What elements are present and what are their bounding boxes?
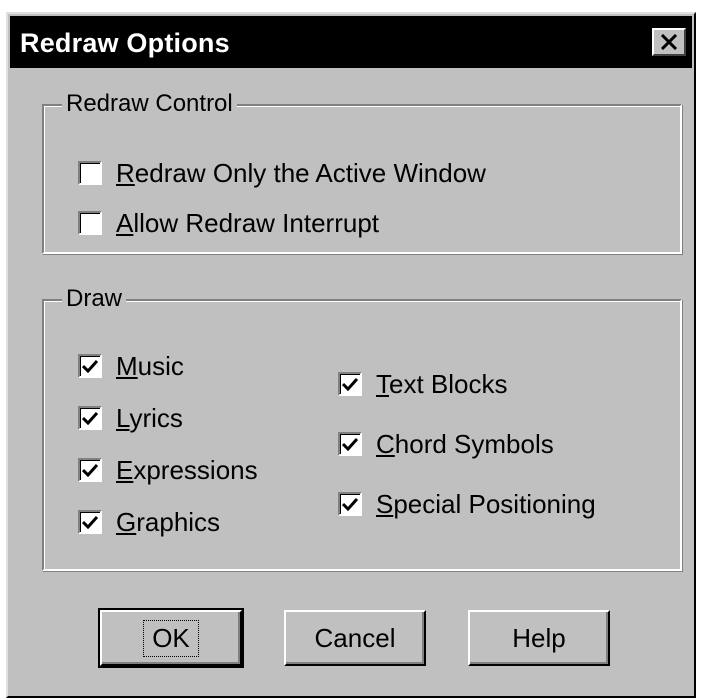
redraw-only-active-window-checkbox[interactable]	[78, 161, 102, 185]
graphics-checkbox[interactable]	[78, 510, 102, 534]
expressions-option[interactable]: Expressions	[78, 455, 258, 485]
special-positioning-label: Special Positioning	[376, 489, 596, 519]
lyrics-label: Lyrics	[116, 403, 183, 433]
lyrics-checkbox[interactable]	[78, 406, 102, 430]
checkmark-icon	[342, 437, 358, 451]
checkmark-icon	[82, 359, 98, 373]
redraw-only-active-window-label: Redraw Only the Active Window	[116, 158, 486, 188]
checkmark-icon	[82, 411, 98, 425]
checkmark-icon	[82, 515, 98, 529]
text-blocks-label: Text Blocks	[376, 369, 508, 399]
checkmark-icon	[82, 463, 98, 477]
expressions-label: Expressions	[116, 455, 258, 485]
checkmark-icon	[342, 497, 358, 511]
special-positioning-checkbox[interactable]	[338, 492, 362, 516]
redraw-control-label: Redraw Control	[62, 89, 237, 119]
draw-group: Draw Music Lyrics Expressions Graphics T…	[42, 284, 682, 571]
music-label: Music	[116, 351, 184, 381]
close-button[interactable]	[652, 28, 686, 56]
title-bar: Redraw Options	[10, 16, 692, 68]
redraw-control-group: Redraw Control Redraw Only the Active Wi…	[42, 89, 682, 254]
cancel-button[interactable]: Cancel	[284, 610, 426, 666]
text-blocks-option[interactable]: Text Blocks	[338, 369, 508, 399]
dialog-title: Redraw Options	[20, 28, 230, 58]
redraw-options-dialog: Redraw Options Redraw Control Redraw Onl…	[6, 12, 696, 698]
cancel-button-label: Cancel	[314, 622, 396, 653]
checkmark-icon	[342, 377, 358, 391]
allow-redraw-interrupt-option[interactable]: Allow Redraw Interrupt	[78, 208, 379, 238]
chord-symbols-label: Chord Symbols	[376, 429, 554, 459]
music-checkbox[interactable]	[78, 354, 102, 378]
draw-label: Draw	[62, 284, 127, 314]
special-positioning-option[interactable]: Special Positioning	[338, 489, 596, 519]
lyrics-option[interactable]: Lyrics	[78, 403, 183, 433]
close-icon	[660, 34, 678, 50]
allow-redraw-interrupt-label: Allow Redraw Interrupt	[116, 208, 379, 238]
allow-redraw-interrupt-checkbox[interactable]	[78, 211, 102, 235]
help-button[interactable]: Help	[468, 610, 610, 666]
chord-symbols-checkbox[interactable]	[338, 432, 362, 456]
graphics-option[interactable]: Graphics	[78, 507, 220, 537]
text-blocks-checkbox[interactable]	[338, 372, 362, 396]
ok-button-label: OK	[143, 619, 199, 657]
redraw-only-active-window-option[interactable]: Redraw Only the Active Window	[78, 158, 486, 188]
music-option[interactable]: Music	[78, 351, 184, 381]
expressions-checkbox[interactable]	[78, 458, 102, 482]
chord-symbols-option[interactable]: Chord Symbols	[338, 429, 554, 459]
graphics-label: Graphics	[116, 507, 221, 537]
help-button-label: Help	[512, 622, 566, 653]
ok-button[interactable]: OK	[98, 608, 244, 668]
